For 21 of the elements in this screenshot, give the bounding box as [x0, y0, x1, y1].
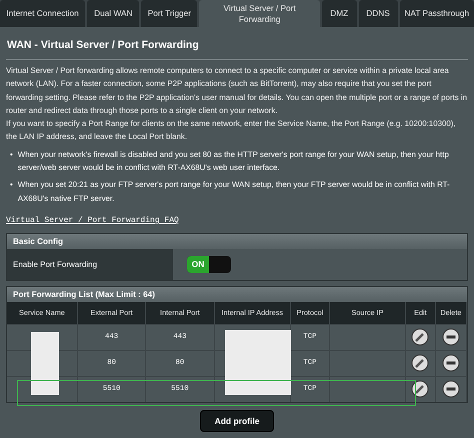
redaction-block: [225, 330, 291, 395]
tab[interactable]: Internet Connection: [0, 0, 86, 27]
setting-label: Enable Port Forwarding: [7, 248, 173, 280]
tab[interactable]: DDNS: [358, 0, 398, 27]
edit-icon[interactable]: [411, 380, 430, 398]
delete-icon[interactable]: [442, 354, 460, 372]
page-title: WAN - Virtual Server / Port Forwarding: [7, 39, 200, 51]
faq-link[interactable]: Virtual Server / Port Forwarding FAQ: [6, 216, 179, 226]
delete-icon[interactable]: [442, 328, 460, 346]
section-header: Basic Config: [7, 234, 467, 249]
tab[interactable]: NAT Passthrough: [400, 0, 474, 27]
tab[interactable]: Virtual Server / Port Forwarding: [199, 0, 320, 27]
section-header: Port Forwarding List (Max Limit : 64): [7, 286, 467, 302]
tab[interactable]: Port Trigger: [141, 0, 198, 27]
delete-icon[interactable]: [442, 380, 460, 398]
tab[interactable]: DMZ: [322, 0, 356, 27]
add-profile-button[interactable]: Add profile: [200, 410, 274, 432]
edit-icon[interactable]: [411, 328, 430, 346]
redaction-block: [31, 332, 59, 395]
edit-icon[interactable]: [411, 354, 430, 372]
tab[interactable]: Dual WAN: [87, 0, 140, 27]
